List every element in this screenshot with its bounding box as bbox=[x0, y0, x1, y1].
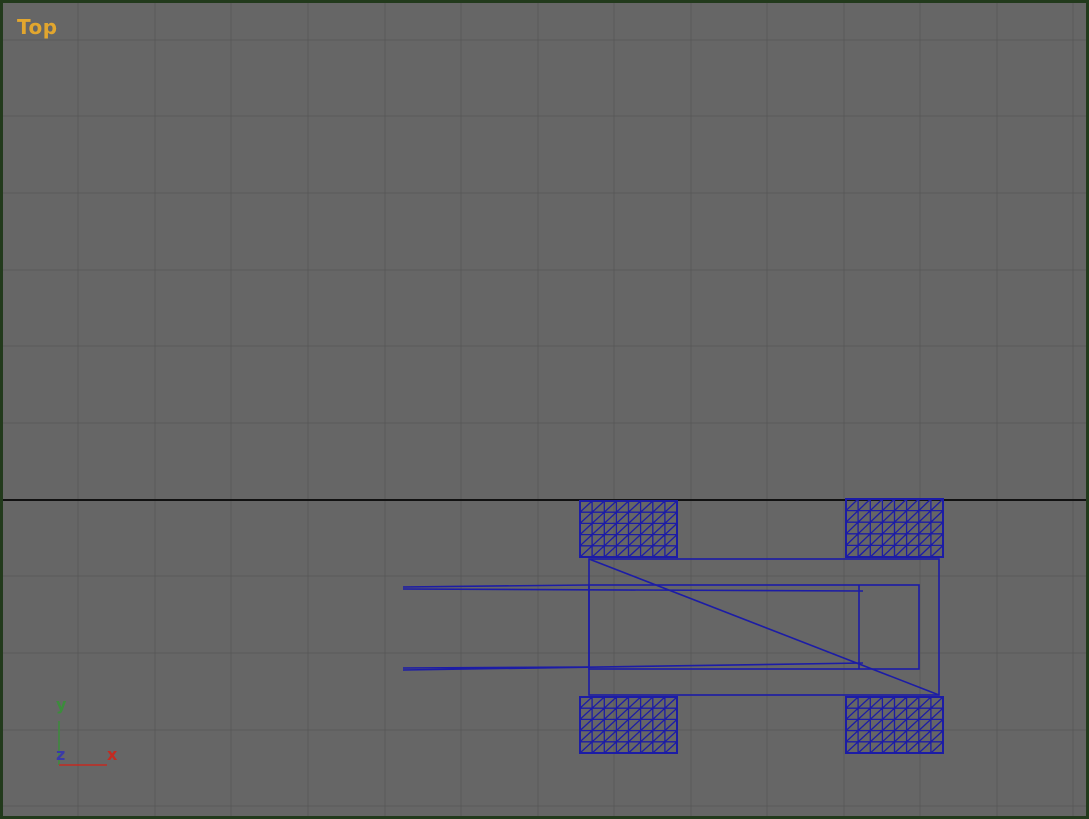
car-nose-top-edge-inner bbox=[402, 588, 864, 592]
viewport-canvas[interactable]: y z x bbox=[3, 3, 1086, 816]
wheel-rear-left bbox=[845, 498, 944, 558]
wheel-front-left bbox=[579, 500, 678, 558]
wheel-mesh bbox=[845, 696, 944, 754]
wheel-mesh bbox=[579, 696, 678, 754]
wheel-rear-right bbox=[845, 696, 944, 754]
wheel-mesh bbox=[579, 500, 678, 558]
car-body-diagonal bbox=[588, 558, 940, 696]
axis-tripod-y-label: y bbox=[56, 695, 67, 714]
viewport-grid bbox=[3, 3, 1086, 816]
axis-tripod-x-label: x bbox=[107, 745, 118, 764]
viewport-label[interactable]: Top bbox=[17, 15, 58, 39]
wheel-front-right bbox=[579, 696, 678, 754]
car-wireframe[interactable] bbox=[402, 558, 940, 696]
car-cockpit-frame bbox=[588, 584, 920, 670]
axis-tripod-z-label: z bbox=[56, 745, 65, 764]
top-viewport[interactable]: y z x Top bbox=[0, 0, 1089, 819]
car-nose-top-edge bbox=[402, 584, 590, 588]
wheel-mesh bbox=[845, 498, 944, 558]
